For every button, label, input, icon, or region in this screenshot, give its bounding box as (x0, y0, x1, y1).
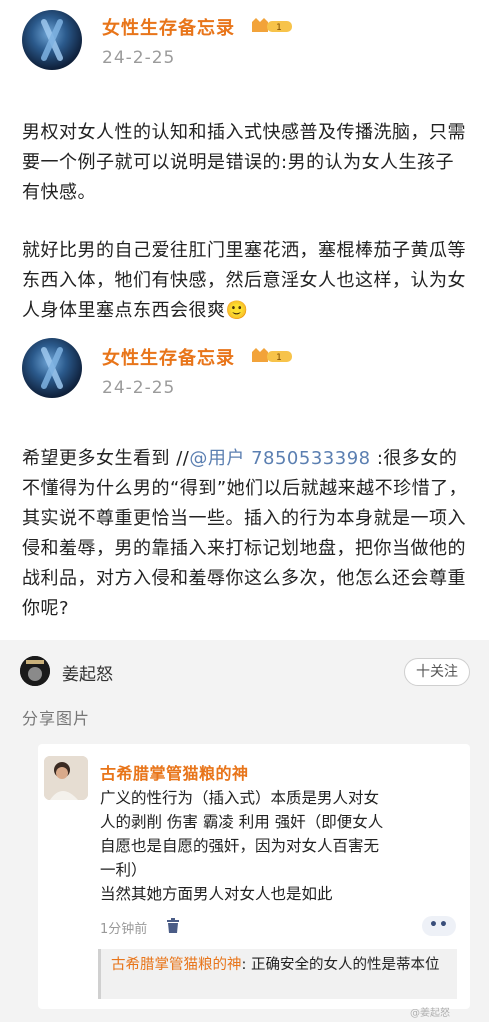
comment-card: 古希腊掌管猫粮的神 广义的性行为（插入式）本质是男人对女 人的剥削 伤害 霸凌 … (38, 744, 470, 1009)
author-avatar[interactable] (22, 338, 82, 398)
author-name[interactable]: 女性生存备忘录 (102, 344, 235, 370)
reply-quote: 古希腊掌管猫粮的神: 正确安全的女人的性是蒂本位 (98, 949, 457, 999)
comment-line: 广义的性行为（插入式）本质是男人对女 (100, 789, 380, 807)
comment-line: 人的剥削 伤害 霸凌 利用 强奸（即便女人 (100, 813, 384, 831)
sharer-name[interactable]: 姜起怒 (62, 660, 113, 685)
comment-time: 1分钟前 (100, 922, 148, 937)
comment-line: 自愿也是自愿的强奸，因为对女人百害无 (100, 837, 380, 855)
author-name[interactable]: 女性生存备忘录 (102, 14, 235, 40)
post-body: 男权对女人性的认知和插入式快感普及传播洗脑，只需要一个例子就可以说明是错误的:男… (22, 118, 472, 326)
follow-button[interactable]: 十关注 (404, 658, 470, 686)
commenter-avatar[interactable] (44, 756, 88, 800)
post-date: 24-2-25 (102, 378, 176, 398)
sharer-avatar[interactable] (20, 656, 50, 686)
svg-text:1: 1 (276, 23, 282, 33)
post-date: 24-2-25 (102, 48, 176, 68)
post-text-prefix: 希望更多女生看到 // (22, 448, 190, 469)
vip-badge-icon: 1 (252, 348, 292, 363)
reply-author[interactable]: 古希腊掌管猫粮的神 (111, 957, 242, 973)
user-mention-link[interactable]: @用户 7850533398 (189, 448, 370, 469)
more-options-button[interactable]: •• (422, 916, 456, 936)
commenter-name[interactable]: 古希腊掌管猫粮的神 (100, 760, 249, 784)
post-text-suffix: :很多女的不懂得为什么男的“得到”她们以后就越来越不珍惜了，其实说不尊重更恰当一… (22, 448, 468, 619)
comment-text: 广义的性行为（插入式）本质是男人对女 人的剥削 伤害 霸凌 利用 强奸（即便女人… (100, 786, 460, 906)
post-body: 希望更多女生看到 //@用户 7850533398 :很多女的不懂得为什么男的“… (22, 444, 472, 624)
svg-text:1: 1 (276, 353, 282, 363)
post-paragraph: 男权对女人性的认知和插入式快感普及传播洗脑，只需要一个例子就可以说明是错误的:男… (22, 122, 466, 203)
comment-line: 当然其她方面男人对女人也是如此 (100, 885, 333, 903)
comment-line: 一利） (100, 861, 147, 879)
author-avatar[interactable] (22, 10, 82, 70)
reply-text: 古希腊掌管猫粮的神: 正确安全的女人的性是蒂本位 (111, 955, 451, 976)
reply-content: : 正确安全的女人的性是蒂本位 (241, 957, 440, 973)
delete-icon[interactable] (166, 918, 180, 934)
post-paragraph: 就好比男的自己爱往肛门里塞花洒，塞棍棒茄子黄瓜等东西入体，牠们有快感，然后意淫女… (22, 240, 466, 321)
share-label: 分享图片 (22, 709, 91, 728)
vip-badge-icon: 1 (252, 18, 292, 33)
watermark: @姜起怒 (410, 1008, 450, 1019)
